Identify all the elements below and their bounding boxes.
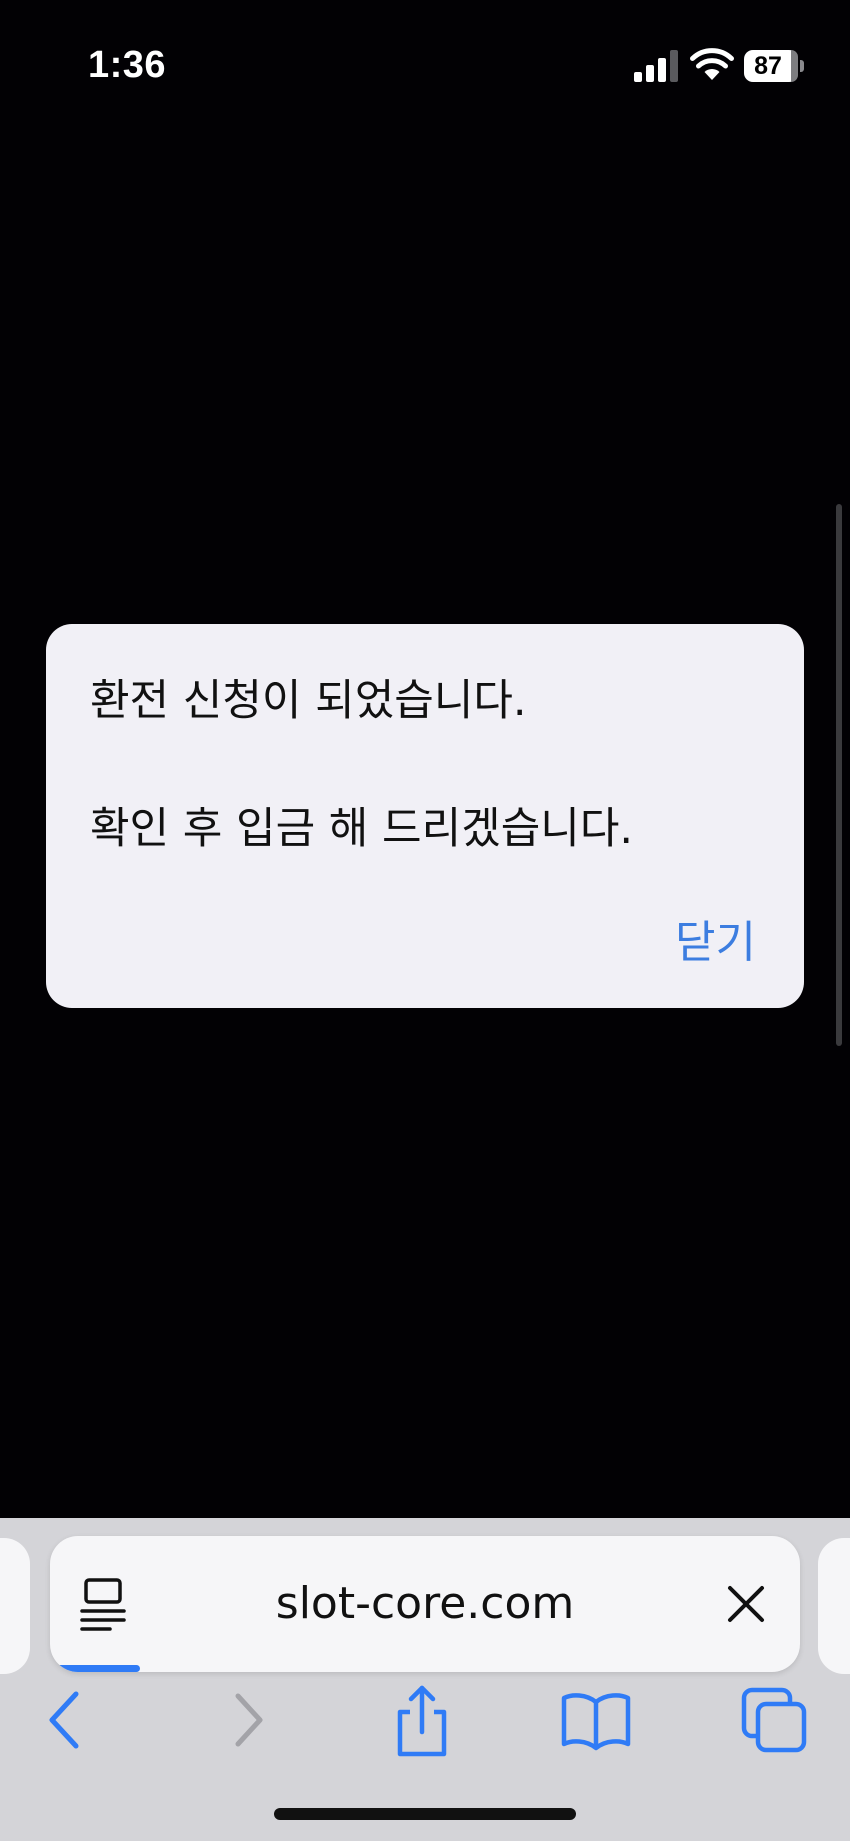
page-load-progress [50, 1665, 140, 1672]
tabs-icon [741, 1687, 807, 1753]
screen: 1:36 87 환전 신청이 되었습니다. 확인 후 입금 해 드리겠습니다. … [0, 0, 850, 1841]
close-button[interactable]: 닫기 [675, 906, 756, 970]
forward-icon [235, 1693, 263, 1747]
bookmarks-button[interactable] [556, 1680, 636, 1760]
address-url[interactable]: slot-core.com [160, 1536, 690, 1672]
signal-bar [670, 50, 678, 82]
home-indicator[interactable] [274, 1808, 576, 1820]
browser-bottom-bar: slot-core.com [0, 1518, 850, 1841]
reader-icon[interactable] [80, 1576, 132, 1634]
wifi-icon [690, 46, 734, 82]
alert-message-line-2: 확인 후 입금 해 드리겠습니다. [90, 804, 634, 854]
status-time: 1:36 [88, 44, 167, 86]
previous-tab-preview[interactable] [0, 1538, 30, 1674]
signal-bar [658, 58, 666, 82]
bookmarks-icon [561, 1693, 631, 1751]
battery-tip [800, 60, 804, 72]
clear-icon[interactable] [726, 1584, 766, 1624]
scroll-indicator[interactable] [836, 504, 842, 1046]
share-button[interactable] [382, 1680, 462, 1760]
address-bar[interactable]: slot-core.com [50, 1536, 800, 1672]
signal-bar [634, 72, 642, 82]
forward-button[interactable] [208, 1680, 288, 1760]
back-button[interactable] [26, 1680, 106, 1760]
battery-empty-portion [791, 50, 798, 82]
battery-icon: 87 [744, 50, 804, 82]
signal-icon [634, 50, 680, 82]
back-icon [49, 1691, 79, 1749]
battery-percent: 87 [754, 52, 782, 80]
share-icon [397, 1685, 447, 1757]
next-tab-preview[interactable] [818, 1538, 850, 1674]
alert-dialog: 환전 신청이 되었습니다. 확인 후 입금 해 드리겠습니다. 닫기 [46, 624, 804, 1008]
status-bar: 1:36 87 [0, 0, 850, 130]
tabs-button[interactable] [734, 1680, 814, 1760]
signal-bar [646, 65, 654, 82]
alert-message-line-1: 환전 신청이 되었습니다. [90, 676, 527, 726]
